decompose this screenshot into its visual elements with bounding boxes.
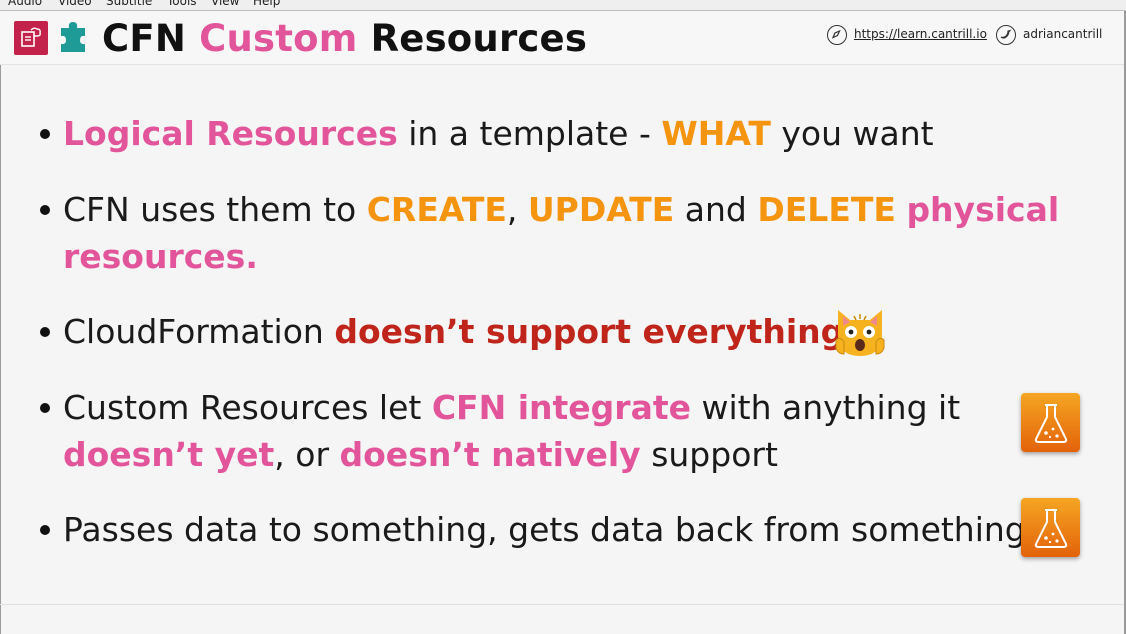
menu-view[interactable]: View bbox=[211, 0, 239, 8]
menu-tools[interactable]: Tools bbox=[167, 0, 197, 8]
window-border-left bbox=[0, 11, 1, 634]
title-word-cfn: CFN bbox=[102, 17, 186, 60]
highlight-resources: resources. bbox=[63, 237, 258, 276]
highlight-physical: physical bbox=[906, 190, 1060, 229]
page-title: CFN Custom Resources bbox=[102, 17, 587, 60]
bullet-text: support bbox=[640, 435, 778, 474]
menu-subtitle[interactable]: Subtitle bbox=[106, 0, 152, 8]
title-word-custom: Custom bbox=[199, 17, 358, 60]
highlight-cfn-integrate: CFN integrate bbox=[431, 388, 691, 427]
bullet-text: Custom Resources let bbox=[63, 388, 432, 427]
menu-video[interactable]: Video bbox=[58, 0, 92, 8]
bullet-dot bbox=[40, 403, 50, 413]
highlight-create: CREATE bbox=[366, 190, 507, 229]
bullet-text: , or bbox=[274, 435, 340, 474]
bullet-dot bbox=[40, 205, 50, 215]
menu-help[interactable]: Help bbox=[253, 0, 280, 8]
bullet-text: CFN uses them to bbox=[63, 190, 367, 229]
scared-cat-icon bbox=[835, 310, 885, 356]
bullet-text: and bbox=[674, 190, 758, 229]
bullet-text: CloudFormation bbox=[63, 312, 335, 351]
highlight-doesnt-natively: doesn’t natively bbox=[339, 435, 641, 474]
bullet-text: you want bbox=[770, 114, 934, 153]
bullet-text: in a template - bbox=[397, 114, 662, 153]
bullet-dot bbox=[40, 327, 50, 337]
bullet-text: Passes data to something, gets data back… bbox=[63, 510, 1026, 549]
bullet-dot bbox=[40, 129, 50, 139]
bullet-text: with anything it bbox=[691, 388, 961, 427]
highlight-update: UPDATE bbox=[527, 190, 675, 229]
highlight-what: WHAT bbox=[661, 114, 771, 153]
website-url[interactable]: https://learn.cantrill.io bbox=[854, 27, 987, 41]
lab-flask-icon[interactable] bbox=[1021, 498, 1080, 557]
highlight-delete: DELETE bbox=[757, 190, 896, 229]
bullet-text bbox=[896, 190, 907, 229]
highlight-logical-resources: Logical Resources bbox=[63, 114, 398, 153]
cloudformation-icon bbox=[14, 21, 48, 55]
bullet-dot bbox=[40, 525, 50, 535]
twitter-handle: adriancantrill bbox=[1023, 27, 1103, 41]
puzzle-icon bbox=[61, 22, 85, 52]
compass-icon bbox=[827, 25, 847, 45]
highlight-doesnt-support: doesn’t support everything bbox=[334, 312, 845, 351]
slide-header: CFN Custom Resources https://learn.cantr… bbox=[0, 11, 1124, 65]
title-word-resources: Resources bbox=[370, 17, 588, 60]
menu-bar: Audio Video Subtitle Tools View Help bbox=[0, 0, 1126, 11]
menu-audio[interactable]: Audio bbox=[8, 0, 42, 8]
footer-divider bbox=[0, 604, 1124, 605]
twitter-icon bbox=[996, 25, 1016, 45]
highlight-doesnt-yet: doesn’t yet bbox=[63, 435, 275, 474]
lab-flask-icon[interactable] bbox=[1021, 393, 1080, 452]
bullet-text: , bbox=[506, 190, 528, 229]
